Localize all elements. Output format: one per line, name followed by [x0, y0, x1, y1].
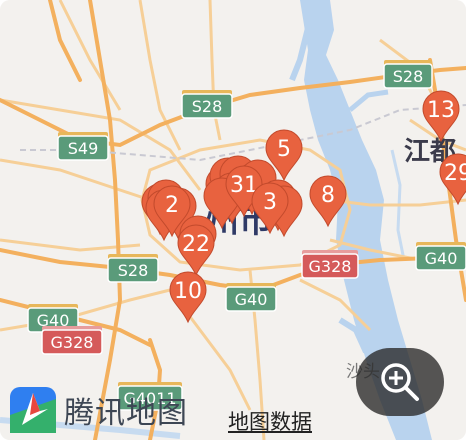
road-shield-s28-center: S28 [181, 90, 233, 119]
road-shield-label: S28 [118, 261, 149, 280]
marker-label: 22 [182, 232, 210, 257]
road-shield-s28-left: S28 [107, 254, 159, 283]
road-shield-g328-left: G328 [41, 326, 103, 355]
zoom-in-magnifier-icon [381, 363, 419, 401]
map-view[interactable]: 州市 江都 沙头 S28S28S49S28G328G40G40G328G40G4… [0, 0, 466, 440]
road-shield-g40-center: G40 [225, 283, 277, 312]
road-shield-label: G328 [51, 333, 94, 352]
road-shield-label: S28 [192, 97, 223, 116]
road-shield-g328-center: G328 [301, 250, 359, 279]
logo-text: 腾讯地图 [64, 396, 188, 431]
road-shield-s28-top-right: S28 [383, 60, 433, 89]
road-shield-label: S49 [68, 139, 99, 158]
marker-label: 3 [263, 190, 277, 215]
map-data-link[interactable]: 地图数据 [228, 406, 312, 436]
marker-label: 13 [427, 98, 455, 123]
tencent-map-logo-icon [10, 387, 56, 433]
road-shield-label: S28 [393, 67, 424, 86]
road-shield-label: G328 [309, 257, 352, 276]
marker-label: 5 [277, 137, 291, 162]
road-shield-label: G40 [425, 249, 458, 268]
road-shield-label: G40 [235, 290, 268, 309]
marker-label: 29 [444, 161, 466, 186]
zoom-in-button[interactable] [356, 348, 444, 416]
marker-label: 10 [174, 279, 202, 304]
tencent-map-logo: 腾讯地图 [8, 385, 188, 435]
marker-label: 2 [165, 193, 179, 218]
road-shield-s49: S49 [57, 132, 109, 161]
road-shield-g40-right: G40 [415, 242, 466, 271]
marker-label: 8 [321, 183, 335, 208]
